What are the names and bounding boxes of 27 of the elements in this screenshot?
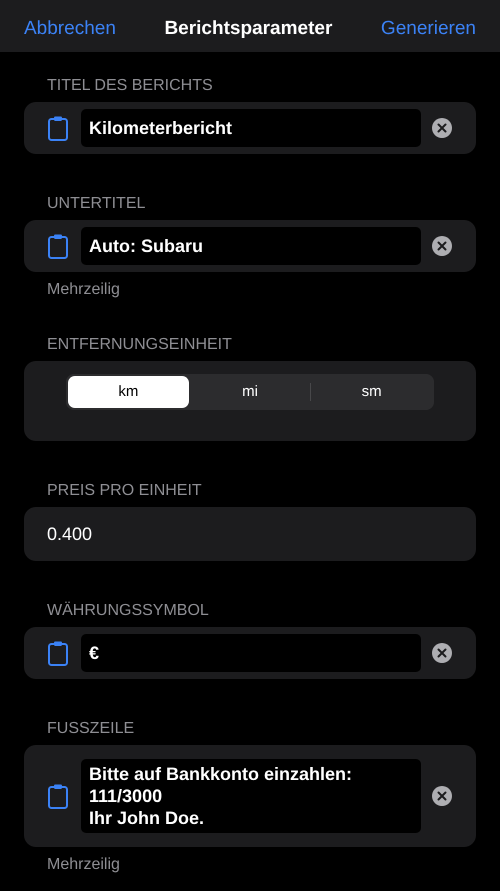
clipboard-icon[interactable] <box>47 640 69 666</box>
section-header: TITEL DES BERICHTS <box>46 76 214 96</box>
section-header: UNTERTITEL <box>46 194 146 214</box>
clipboard-icon[interactable] <box>47 115 69 141</box>
input-field[interactable]: Bitte auf Bankkonto einzahlen: 111/3000 Ihr John Doe. <box>81 759 421 833</box>
segment-option[interactable]: mi <box>190 376 310 408</box>
clipboard-icon[interactable] <box>47 233 69 259</box>
clear-icon[interactable] <box>432 236 452 256</box>
clear-icon[interactable] <box>432 786 452 806</box>
input-field[interactable]: Kilometerbericht <box>81 109 421 147</box>
cancel-button[interactable]: Abbrechen <box>24 14 116 44</box>
screen-title: Berichtsparameter <box>164 16 332 41</box>
clipboard-icon[interactable] <box>47 783 69 809</box>
input-field[interactable]: Auto: Subaru <box>81 227 421 265</box>
section-header: WÄHRUNGSSYMBOL <box>46 601 210 621</box>
input-field[interactable]: € <box>81 634 421 672</box>
footnote: Mehrzeilig <box>46 855 121 875</box>
section-header: FUSSZEILE <box>46 719 136 739</box>
footnote: Mehrzeilig <box>46 280 121 300</box>
generate-button[interactable]: Generieren <box>380 14 476 44</box>
clear-icon[interactable] <box>432 643 452 663</box>
segment-option[interactable]: km <box>68 376 189 408</box>
segment-option[interactable]: sm <box>311 376 432 408</box>
price-value[interactable]: 0.400 <box>47 520 92 548</box>
clear-icon[interactable] <box>432 118 452 138</box>
section-header: ENTFERNUNGSEINHEIT <box>46 335 233 355</box>
section-header: PREIS PRO EINHEIT <box>46 481 203 501</box>
